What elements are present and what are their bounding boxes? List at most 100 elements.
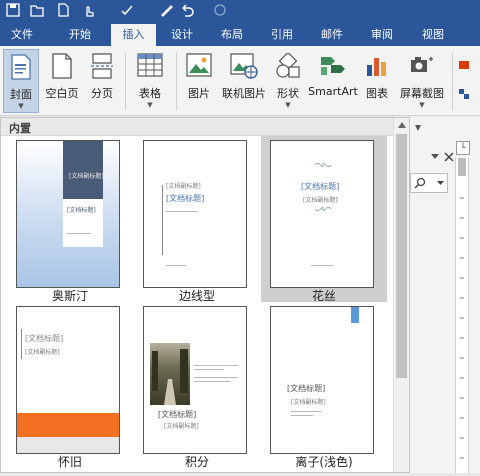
thumbnail-line — [166, 265, 186, 266]
thumbnail-line — [291, 415, 313, 416]
thumbnail-title: [文档标题] — [25, 334, 64, 343]
cover-thumbnail: [文档标题] [文档副标题] — [16, 306, 120, 454]
smartart-icon — [321, 57, 345, 75]
tab-more[interactable] — [460, 24, 480, 46]
thumbnail-text: [文档副标题] — [25, 349, 60, 356]
blank-page-button[interactable]: 空白页 — [42, 49, 82, 113]
cover-thumbnail: [文档副标题] [文档标题] — [143, 140, 247, 288]
cover-ion-light[interactable]: [文档标题] [文档副标题] 离子(浅色) — [261, 302, 387, 472]
table-icon — [137, 53, 163, 77]
cover-page-gallery: 内置 [文档副标题] [文档标题] 奥斯汀 [文档副标题] [文档标题] 边线型… — [0, 117, 410, 473]
store-icon[interactable] — [458, 58, 470, 70]
thumbnail-line — [67, 233, 91, 234]
thumbnail-title: [文档标题] — [287, 384, 326, 393]
thumbnail-line — [311, 265, 333, 266]
cover-caption: 怀旧 — [57, 455, 82, 469]
thumbnail-line — [194, 381, 230, 382]
undo-icon[interactable] — [180, 3, 194, 17]
tab-mailings[interactable]: 邮件 — [313, 24, 351, 46]
thumbnail-line — [162, 185, 163, 255]
cover-accent-tab — [351, 307, 359, 323]
addins-icon[interactable] — [458, 88, 470, 100]
thumbnail-line — [291, 411, 321, 412]
touch-mode-icon[interactable] — [82, 3, 96, 17]
open-icon[interactable] — [30, 3, 44, 17]
chevron-down-icon: ▼ — [147, 101, 153, 109]
cover-orange-band — [17, 413, 119, 437]
tab-view[interactable]: 视图 — [413, 24, 453, 46]
gallery-section-header: 内置 — [1, 118, 393, 136]
online-picture-label: 联机图片 — [222, 87, 266, 100]
cover-page-label: 封面 — [10, 88, 32, 101]
tab-insert[interactable]: 插入 — [111, 24, 156, 46]
cover-caption: 离子(浅色) — [295, 455, 353, 469]
cover-caption: 积分 — [184, 455, 209, 469]
filigree-ornament — [314, 162, 332, 168]
smartart-button[interactable]: SmartArt — [308, 49, 358, 113]
tab-review[interactable]: 审阅 — [363, 24, 401, 46]
thumbnail-text: [文档副标题] — [291, 399, 326, 406]
scrollbar-thumb[interactable] — [396, 134, 407, 378]
search-icon — [414, 177, 426, 189]
ribbon-separator — [176, 52, 177, 110]
cover-integral[interactable]: [文档标题] [文档副标题] 积分 — [134, 302, 260, 472]
screenshot-label: 屏幕截图 — [400, 87, 444, 100]
vertical-ruler — [455, 158, 469, 473]
tab-design[interactable]: 设计 — [163, 24, 201, 46]
gallery-scrollbar[interactable] — [393, 118, 409, 472]
new-document-icon[interactable] — [56, 3, 70, 17]
cover-filigree[interactable]: [文档标题] [文档副标题] 花丝 — [261, 136, 387, 303]
tab-home[interactable]: 开始 — [60, 24, 100, 46]
table-button[interactable]: 表格 ▼ — [130, 49, 170, 113]
pane-options-icon[interactable] — [430, 151, 440, 161]
ribbon-insert: 封面 ▼ 空白页 分页 表格 ▼ 图片 联机图片 形状 ▼ SmartArt 图… — [0, 46, 480, 116]
thumbnail-title: [文档标题] — [158, 410, 197, 419]
chart-label: 图表 — [366, 87, 388, 100]
cover-austin[interactable]: [文档副标题] [文档标题] 奥斯汀 — [7, 136, 133, 303]
chevron-down-icon: ▼ — [285, 101, 291, 109]
smartart-label: SmartArt — [308, 85, 358, 98]
chevron-down-icon: ▼ — [419, 101, 425, 109]
title-bar — [0, 0, 480, 22]
online-picture-icon — [230, 53, 258, 79]
picture-label: 图片 — [188, 87, 210, 100]
shapes-label: 形状 — [277, 87, 299, 100]
cover-sideline[interactable]: [文档副标题] [文档标题] 边线型 — [134, 136, 260, 303]
picture-icon — [186, 53, 212, 77]
page-break-button[interactable]: 分页 — [84, 49, 120, 113]
thumbnail-title: [文档标题] — [166, 194, 205, 203]
thumbnail-text: [文档副标题] — [166, 183, 201, 190]
cover-thumbnail: [文档标题] [文档副标题] — [270, 306, 374, 454]
tab-file[interactable]: 文件 — [2, 24, 42, 46]
cover-retrospect[interactable]: [文档标题] [文档副标题] 怀旧 — [7, 302, 133, 472]
tab-stop-selector[interactable]: └ — [456, 141, 470, 155]
chart-button[interactable]: 图表 — [361, 49, 393, 113]
page-break-icon — [91, 53, 113, 79]
thumbnail-title: [文档标题] — [67, 207, 96, 214]
thumbnail-line — [194, 365, 238, 366]
nav-search-box[interactable] — [410, 173, 448, 193]
picture-button[interactable]: 图片 — [180, 49, 218, 113]
save-icon[interactable] — [6, 3, 20, 17]
scroll-up-icon[interactable] — [398, 122, 406, 128]
shapes-button[interactable]: 形状 ▼ — [270, 49, 306, 113]
thumbnail-line — [21, 329, 22, 359]
tree-road-image — [152, 349, 188, 405]
online-picture-button[interactable]: 联机图片 — [220, 49, 268, 113]
tab-layout[interactable]: 布局 — [213, 24, 251, 46]
cover-page-button[interactable]: 封面 ▼ — [3, 49, 39, 113]
chevron-down-icon[interactable] — [415, 125, 421, 133]
chevron-down-icon — [437, 181, 444, 185]
spelling-icon[interactable] — [120, 3, 134, 17]
screenshot-button[interactable]: 屏幕截图 ▼ — [396, 49, 448, 113]
blank-page-label: 空白页 — [45, 87, 79, 100]
draw-icon[interactable] — [160, 3, 174, 17]
thumbnail-title: [文档标题] — [301, 182, 340, 191]
ribbon-separator — [125, 52, 126, 110]
cover-photo — [150, 343, 190, 405]
tab-references[interactable]: 引用 — [263, 24, 301, 46]
thumbnail-text: [文档副标题] — [164, 423, 199, 430]
close-icon[interactable] — [444, 152, 454, 162]
ruler-ticks — [458, 158, 466, 459]
redo-icon[interactable] — [213, 3, 227, 17]
